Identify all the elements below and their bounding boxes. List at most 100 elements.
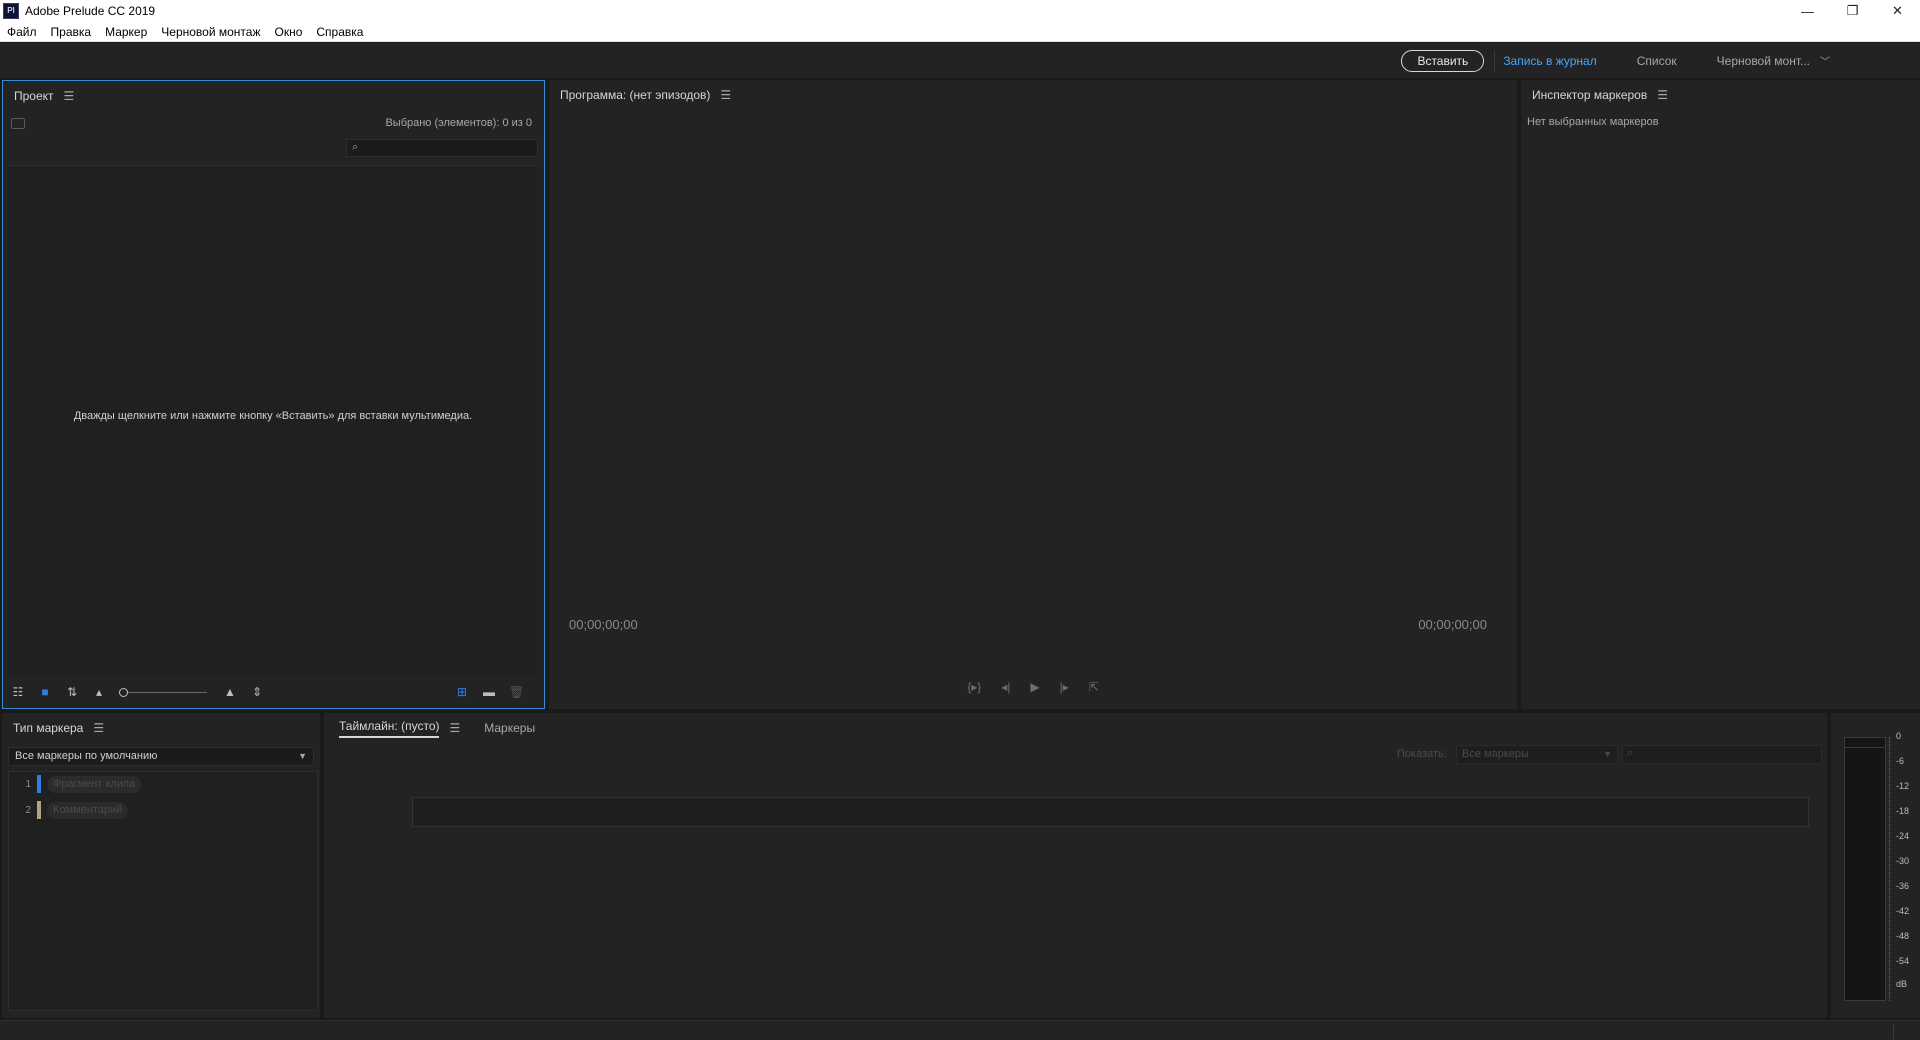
project-media-area[interactable]: Дважды щелкните или нажмите кнопку «Вста… [9,165,537,675]
meter-tick: -42 [1896,906,1910,916]
bin-folder-icon[interactable] [11,118,25,129]
sort-order-icon[interactable]: ⇕ [250,685,264,699]
workspace-chevron-down-icon[interactable]: ﹀ [1820,53,1830,68]
meter-scale: 0 -6 -12 -18 -24 -30 -36 -42 -48 -54 dB [1889,731,1909,1001]
marker-type-label[interactable]: Фрагмент клипа [47,775,142,793]
marker-color-swatch [37,775,41,793]
meter-tick: -18 [1896,806,1910,816]
meter-tick: -12 [1896,781,1910,791]
timeline-panel: Таймлайн: (пусто) ☰ Маркеры Показать: Вс… [324,713,1827,1018]
zoom-in-icon[interactable]: ▲ [223,685,237,699]
workspace-rough-cut[interactable]: Черновой монт... [1697,51,1830,71]
chevron-down-icon: ▼ [298,751,307,761]
marker-shortcut-number: 1 [25,778,31,790]
marker-color-swatch [37,801,41,819]
minimize-icon: — [1801,3,1814,19]
export-frame-icon[interactable]: ⇱ [1089,680,1099,694]
marker-type-label[interactable]: Комментарий [47,801,129,819]
new-bin-icon[interactable]: ▬ [482,685,496,699]
panel-menu-icon[interactable]: ☰ [449,721,460,735]
menu-help[interactable]: Справка [309,22,370,42]
marker-set-select[interactable]: Все маркеры по умолчанию ▼ [8,747,314,766]
zoom-out-icon[interactable]: ▴ [92,685,106,699]
timeline-track[interactable] [412,797,1809,827]
minimize-button[interactable]: — [1785,0,1830,22]
project-panel: Проект ☰ Выбрано (элементов): 0 из 0 ⌕ Д… [2,80,545,709]
go-to-in-icon[interactable]: {▸} [967,680,981,694]
panel-menu-icon[interactable]: ☰ [93,721,104,735]
timecode-current[interactable]: 00;00;00;00 [569,617,638,632]
panel-menu-icon[interactable]: ☰ [1657,88,1668,102]
show-filter-label: Показать: [1397,748,1447,760]
menu-marker[interactable]: Маркер [98,22,154,42]
menu-file[interactable]: Файл [0,22,44,42]
inspector-empty-message: Нет выбранных маркеров [1527,116,1659,128]
project-search-input[interactable]: ⌕ [346,139,538,157]
trash-icon[interactable]: 🗑 [509,685,524,699]
workspace-bar: Вставить Запись в журнал Список Черновой… [0,43,1920,78]
marker-type-panel-title[interactable]: Тип маркера [13,721,83,735]
program-panel-header: Программа: (нет эпизодов) ☰ [549,80,1517,110]
list-view-icon[interactable]: ☷ [11,685,25,699]
play-icon[interactable]: ▶ [1030,680,1039,694]
app-logo-icon: Pl [3,3,19,19]
project-empty-message: Дважды щелкните или нажмите кнопку «Вста… [73,410,473,422]
meter-tick: -36 [1896,881,1910,891]
meter-tick: dB [1896,979,1908,989]
status-bar [0,1020,1920,1040]
list-item[interactable]: 2 Комментарий [9,800,129,820]
project-toolbar-right: ⊞ ▬ 🗑 [455,676,536,708]
close-button[interactable]: ✕ [1875,0,1920,22]
menu-edit[interactable]: Правка [44,22,99,42]
sort-icon[interactable]: ⇅ [65,685,79,699]
meter-tick: -24 [1896,831,1910,841]
restore-icon: ❐ [1846,3,1859,18]
audio-level-bar [1844,737,1886,1001]
timeline-search-input[interactable]: ⌕ [1622,745,1822,764]
workspace-logging[interactable]: Запись в журнал [1494,50,1616,71]
step-forward-icon[interactable]: |▸ [1060,680,1069,694]
window-title: Adobe Prelude CC 2019 [25,4,156,18]
window-controls: — ❐ ✕ [1785,0,1920,22]
timeline-tabs: Таймлайн: (пусто) ☰ Маркеры [324,713,1827,743]
thumbnail-zoom-slider[interactable] [119,687,207,697]
marker-filter-value: Все маркеры [1462,748,1529,760]
selection-count: Выбрано (элементов): 0 из 0 [385,117,532,129]
menu-bar: Файл Правка Маркер Черновой монтаж Окно … [0,22,1920,42]
marker-inspector-panel: Инспектор маркеров ☰ Нет выбранных марке… [1521,80,1920,709]
meter-tick: -30 [1896,856,1910,866]
inspector-panel-title[interactable]: Инспектор маркеров [1532,88,1647,102]
zoom-slider-handle[interactable] [119,687,128,697]
new-item-icon[interactable]: ⊞ [455,685,469,699]
status-divider [1893,1023,1894,1039]
step-back-icon[interactable]: ◂| [1001,680,1010,694]
panel-menu-icon[interactable]: ☰ [720,88,731,102]
marker-type-panel: Тип маркера ☰ Все маркеры по умолчанию ▼… [2,713,320,1018]
search-icon: ⌕ [352,141,359,153]
inspector-panel-header: Инспектор маркеров ☰ [1521,80,1920,110]
chevron-down-icon: ▼ [1603,749,1612,759]
menu-window[interactable]: Окно [268,22,310,42]
project-panel-title[interactable]: Проект [14,89,54,103]
program-panel-title[interactable]: Программа: (нет эпизодов) [560,88,710,102]
peak-indicator[interactable] [1845,738,1885,748]
marker-shortcut-number: 2 [25,804,31,816]
import-button[interactable]: Вставить [1401,49,1485,72]
workspace-list[interactable]: Список [1617,51,1697,71]
tab-markers[interactable]: Маркеры [484,721,535,735]
project-toolbar: ☷ ■ ⇅ ▴ ▲ ⇕ ⊞ ▬ 🗑 [3,676,544,708]
transport-controls: {▸} ◂| ▶ |▸ ⇱ [549,680,1517,694]
icon-view-icon[interactable]: ■ [38,685,52,699]
menu-rough-cut[interactable]: Черновой монтаж [154,22,267,42]
meter-tick: -54 [1896,956,1910,966]
timecode-duration: 00;00;00;00 [1418,617,1487,632]
restore-button[interactable]: ❐ [1830,0,1875,22]
panel-menu-icon[interactable]: ☰ [64,89,75,103]
program-panel: Программа: (нет эпизодов) ☰ 00;00;00;00 … [549,80,1517,709]
meter-tick: -6 [1896,756,1905,766]
tab-timeline[interactable]: Таймлайн: (пусто) [339,719,440,738]
list-item[interactable]: 1 Фрагмент клипа [9,774,142,794]
marker-filter-select[interactable]: Все маркеры ▼ [1456,745,1618,764]
close-icon: ✕ [1892,3,1903,18]
audio-meter-panel: 0 -6 -12 -18 -24 -30 -36 -42 -48 -54 dB [1831,713,1920,1018]
